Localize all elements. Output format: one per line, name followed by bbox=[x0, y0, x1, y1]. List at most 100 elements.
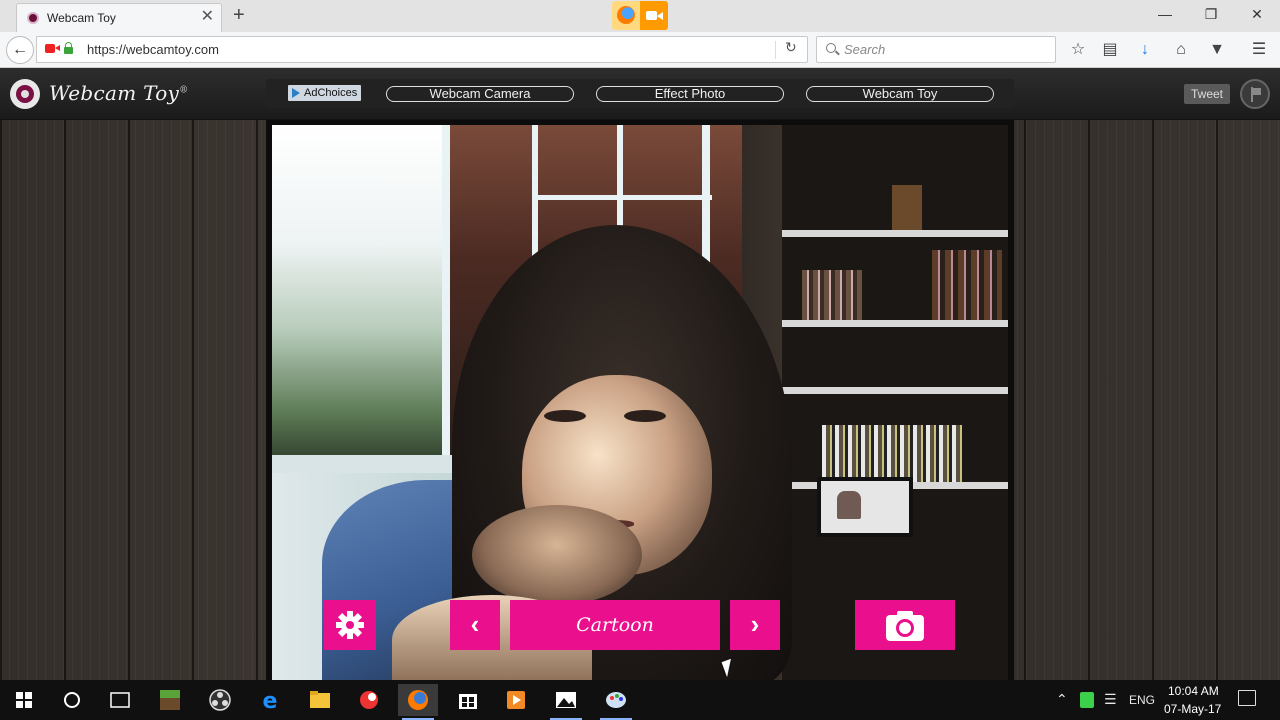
paint-app[interactable] bbox=[596, 684, 636, 720]
camera-sharing-icon[interactable] bbox=[640, 1, 668, 30]
cortana-icon bbox=[64, 692, 80, 708]
books bbox=[932, 250, 1002, 320]
sharing-indicators[interactable] bbox=[612, 1, 668, 30]
home-icon[interactable]: ⌂ bbox=[1170, 39, 1192, 61]
language-indicator[interactable]: ENG bbox=[1129, 693, 1155, 720]
paint-icon bbox=[606, 692, 626, 708]
tweet-button[interactable]: Tweet bbox=[1184, 84, 1230, 104]
firefox-icon bbox=[408, 690, 428, 710]
search-input[interactable]: Search bbox=[816, 36, 1056, 63]
shelf bbox=[782, 230, 1008, 237]
windows-start-icon bbox=[16, 692, 32, 708]
firefox-app[interactable] bbox=[398, 684, 438, 720]
minimize-button[interactable]: — bbox=[1142, 4, 1188, 24]
file-explorer-app[interactable] bbox=[300, 684, 340, 716]
eye bbox=[544, 410, 586, 422]
window-view bbox=[272, 125, 442, 465]
webcam-toy-logo-icon[interactable] bbox=[10, 79, 40, 109]
task-view-button[interactable] bbox=[100, 684, 140, 716]
store-icon bbox=[459, 694, 477, 709]
effect-name: Cartoon bbox=[576, 614, 654, 636]
download-icon[interactable]: ↓ bbox=[1134, 39, 1156, 61]
store-app[interactable] bbox=[448, 684, 488, 716]
hand bbox=[472, 505, 642, 605]
site-logo[interactable]: Webcam Toy® bbox=[49, 81, 188, 105]
minecraft-app[interactable] bbox=[150, 684, 190, 716]
restore-button[interactable]: ❐ bbox=[1188, 4, 1234, 24]
folder-icon bbox=[310, 691, 330, 708]
webcam-feed bbox=[272, 125, 1008, 680]
reload-icon[interactable]: ↻ bbox=[785, 39, 797, 56]
shelf bbox=[782, 320, 1008, 327]
search-icon bbox=[826, 43, 836, 53]
books bbox=[802, 270, 862, 320]
action-center-icon[interactable] bbox=[1238, 690, 1256, 706]
tab-close-icon[interactable]: ✕ bbox=[201, 8, 214, 26]
photos-app[interactable] bbox=[546, 684, 586, 720]
window-transom bbox=[532, 195, 712, 200]
window-mullion bbox=[442, 125, 450, 465]
bookshelf bbox=[782, 125, 1008, 680]
cortana-button[interactable] bbox=[52, 684, 92, 716]
menu-link-webcam-camera[interactable]: Webcam Camera bbox=[386, 86, 574, 102]
camera-in-use-icon[interactable] bbox=[45, 44, 60, 53]
task-view-icon bbox=[110, 692, 130, 708]
wifi-icon[interactable]: ☰ bbox=[1104, 691, 1117, 720]
webcam-toy-favicon-icon bbox=[27, 12, 39, 24]
url-bar[interactable]: https://webcamtoy.com ↻ bbox=[36, 36, 808, 63]
battery-icon[interactable] bbox=[1080, 692, 1094, 708]
menu-link-webcam-toy[interactable]: Webcam Toy bbox=[806, 86, 994, 102]
books bbox=[822, 425, 962, 482]
lock-icon[interactable] bbox=[64, 42, 73, 54]
app-icon bbox=[360, 691, 378, 709]
clock-date[interactable]: 07-May-17 bbox=[1164, 702, 1221, 716]
books bbox=[892, 185, 922, 230]
clock-time[interactable]: 10:04 AM bbox=[1168, 684, 1219, 698]
edge-app[interactable]: e bbox=[250, 684, 290, 716]
adchoices-link[interactable]: AdChoices bbox=[288, 85, 362, 101]
browser-navigation-bar: ← https://webcamtoy.com ↻ Search ☆ ▤ ↓ ⌂… bbox=[0, 32, 1280, 68]
url-text[interactable]: https://webcamtoy.com bbox=[87, 42, 219, 57]
close-window-button[interactable]: ✕ bbox=[1234, 4, 1280, 24]
star-icon[interactable]: ☆ bbox=[1067, 39, 1089, 61]
flag-icon[interactable] bbox=[1240, 79, 1270, 109]
browser-tab-bar: Webcam Toy ✕ + — ❐ ✕ bbox=[0, 0, 1280, 32]
effect-selector-button[interactable]: Cartoon bbox=[510, 600, 720, 650]
url-divider bbox=[775, 41, 776, 59]
site-header: Webcam Toy® AdChoices Webcam Camera Effe… bbox=[0, 68, 1280, 120]
pocket-icon[interactable]: ▼ bbox=[1206, 39, 1228, 61]
settings-button[interactable] bbox=[324, 600, 376, 650]
tab-title: Webcam Toy bbox=[47, 11, 116, 25]
reading-list-icon[interactable]: ▤ bbox=[1099, 39, 1121, 61]
firefox-indicator-icon[interactable] bbox=[612, 1, 640, 30]
edge-icon: e bbox=[263, 689, 278, 714]
media-app[interactable] bbox=[350, 684, 390, 716]
windows-taskbar: e ⌃ ☰ ENG 10:04 AM 07-May-17 bbox=[0, 680, 1280, 720]
next-effect-button[interactable]: › bbox=[730, 600, 780, 650]
media-player-app[interactable] bbox=[496, 684, 536, 716]
new-tab-button[interactable]: + bbox=[233, 4, 245, 26]
ad-menu-strip: AdChoices Webcam Camera Effect Photo Web… bbox=[266, 79, 1014, 108]
obs-icon bbox=[209, 689, 231, 711]
minecraft-icon bbox=[160, 690, 180, 710]
chevron-right-icon: › bbox=[750, 609, 760, 639]
media-player-icon bbox=[507, 691, 525, 709]
show-hidden-icons-chevron-up-icon[interactable]: ⌃ bbox=[1056, 691, 1068, 720]
take-photo-button[interactable] bbox=[855, 600, 955, 650]
obs-app[interactable] bbox=[200, 684, 240, 716]
start-button[interactable] bbox=[4, 684, 44, 716]
browser-tab[interactable]: Webcam Toy ✕ bbox=[16, 3, 222, 32]
camera-icon bbox=[886, 611, 924, 641]
chevron-left-icon: ‹ bbox=[470, 609, 480, 639]
menu-link-effect-photo[interactable]: Effect Photo bbox=[596, 86, 784, 102]
previous-effect-button[interactable]: ‹ bbox=[450, 600, 500, 650]
menu-icon[interactable]: ☰ bbox=[1248, 39, 1270, 61]
photos-icon bbox=[556, 692, 576, 708]
svg-text:e: e bbox=[263, 689, 278, 714]
shelf bbox=[782, 387, 1008, 394]
camera-frame: ‹ Cartoon › bbox=[266, 120, 1014, 680]
webcam-toy-page: Webcam Toy® AdChoices Webcam Camera Effe… bbox=[0, 68, 1280, 680]
monitor bbox=[817, 477, 913, 537]
eye bbox=[624, 410, 666, 422]
back-button[interactable]: ← bbox=[6, 36, 34, 64]
